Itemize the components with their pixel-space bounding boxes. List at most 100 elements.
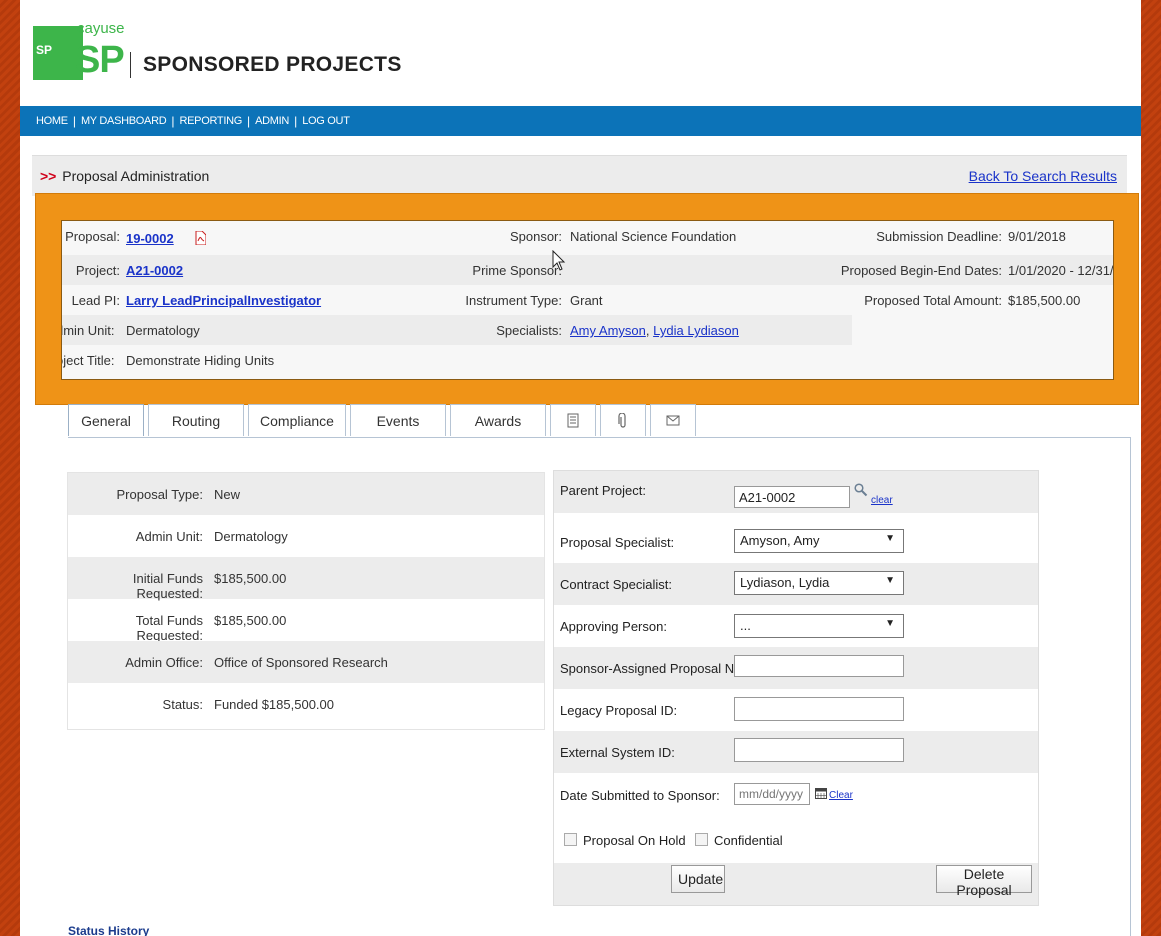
nav-log-out[interactable]: LOG OUT [302, 115, 350, 127]
specialist-link[interactable]: Amy Amyson [570, 323, 646, 338]
tab-compliance[interactable]: Compliance [248, 404, 346, 436]
lead-pi-label: Lead PI: [71, 293, 120, 308]
legacy-proposal-id-input[interactable] [734, 697, 904, 721]
project-label: Project: [75, 263, 120, 278]
parent-project-input[interactable] [734, 486, 850, 508]
specialist-link[interactable]: Lydia Lydiason [653, 323, 739, 338]
proposal-link[interactable]: 19-0002 [126, 231, 174, 246]
sponsor-proposal-no-input[interactable] [734, 655, 904, 677]
proposal-form: Parent Project: clear Proposal Specialis… [553, 470, 1039, 906]
dropdown-arrow-icon: ▼ [885, 618, 895, 629]
summary-highlight: Proposal: 19-0002 Sponsor: National Scie… [35, 193, 1139, 405]
tab-routing[interactable]: Routing [148, 404, 244, 436]
tab-messages[interactable] [650, 404, 696, 436]
form-row: Sponsor-Assigned Proposal No: [554, 647, 1038, 689]
dates-value: 1/01/2020 - 12/31/2024 [1008, 263, 1114, 278]
form-row: Contract Specialist: Lydiason, Lydia ▼ [554, 563, 1038, 605]
form-row: Date Submitted to Sponsor: Clear [554, 773, 1038, 815]
info-row: Status: Funded $185,500.00 [68, 683, 544, 725]
sponsor-label: Sponsor: [509, 229, 562, 244]
nav-separator: | [72, 114, 76, 128]
delete-proposal-button[interactable]: Delete Proposal [936, 865, 1032, 898]
legacy-proposal-id-label: Legacy Proposal ID: [560, 703, 678, 718]
tab-general[interactable]: General [68, 404, 144, 436]
nav-my-dashboard[interactable]: MY DASHBOARD [81, 115, 167, 127]
tab-panel-border [68, 437, 1131, 438]
search-icon[interactable] [854, 483, 868, 497]
specialist-separator: , [645, 323, 650, 338]
status-history-heading: Status History [68, 924, 150, 936]
project-link[interactable]: A21-0002 [126, 263, 183, 278]
tab-documents[interactable] [550, 404, 596, 436]
summary-row: dmin Unit: Dermatology Specialists: Amy … [62, 315, 852, 345]
nav-separator: | [247, 114, 251, 128]
info-row: Initial Funds Requested: $185,500.00 [68, 557, 544, 601]
dates-label: Proposed Begin-End Dates: [840, 263, 1002, 278]
document-icon [567, 413, 579, 428]
info-value: Dermatology [214, 529, 288, 544]
specialists-value: Amy Amyson, Lydia Lydiason [570, 323, 739, 338]
dropdown-arrow-icon: ▼ [885, 533, 895, 544]
date-submitted-label: Date Submitted to Sponsor: [560, 788, 720, 803]
info-label: Proposal Type: [116, 487, 203, 502]
confidential-checkbox[interactable] [695, 833, 708, 846]
contract-specialist-label: Contract Specialist: [560, 577, 672, 592]
admin-unit-label: dmin Unit: [61, 323, 115, 338]
total-label: Proposed Total Amount: [864, 293, 1002, 308]
tab-events[interactable]: Events [350, 404, 446, 436]
info-label: Admin Unit: [135, 529, 203, 544]
nav-admin[interactable]: ADMIN [255, 115, 289, 127]
dropdown-arrow-icon: ▼ [885, 575, 895, 586]
confidential-label: Confidential [714, 833, 783, 848]
logo-sp-small: SP [36, 43, 53, 57]
external-system-id-input[interactable] [734, 738, 904, 762]
info-row: Proposal Type: New [68, 473, 544, 515]
info-label: Status: [162, 697, 203, 712]
date-submitted-input[interactable] [734, 783, 810, 805]
calendar-icon[interactable] [815, 787, 827, 799]
proposal-summary: Proposal: 19-0002 Sponsor: National Scie… [61, 220, 1114, 380]
on-hold-label: Proposal On Hold [583, 833, 686, 848]
nav-home[interactable]: HOME [36, 115, 68, 127]
lead-pi-link[interactable]: Larry LeadPrincipalInvestigator [126, 293, 321, 308]
approving-person-label: Approving Person: [560, 619, 667, 634]
parent-project-clear-link[interactable]: clear [871, 495, 893, 506]
logo-sp: SP [75, 39, 125, 81]
sponsor-proposal-no-label: Sponsor-Assigned Proposal No: [560, 661, 745, 676]
tab-awards[interactable]: Awards [450, 404, 546, 436]
update-button[interactable]: Update [671, 865, 725, 893]
info-row: Admin Unit: Dermatology [68, 515, 544, 557]
main-nav: HOME | MY DASHBOARD | REPORTING | ADMIN … [20, 106, 1141, 136]
nav-separator: | [294, 114, 298, 128]
summary-row: oject Title: Demonstrate Hiding Units [62, 345, 1113, 375]
info-value: Office of Sponsored Research [214, 655, 388, 670]
info-row: Admin Office: Office of Sponsored Resear… [68, 641, 544, 683]
info-label: Total Funds Requested: [135, 613, 203, 643]
date-clear-link[interactable]: Clear [829, 790, 853, 801]
info-value: $185,500.00 [214, 613, 287, 628]
info-value: New [214, 487, 241, 502]
back-to-search-link[interactable]: Back To Search Results [969, 168, 1117, 184]
form-row: Legacy Proposal ID: [554, 689, 1038, 731]
proposal-specialist-select[interactable]: Amyson, Amy ▼ [734, 529, 904, 553]
tab-attachments[interactable] [600, 404, 646, 436]
instrument-type-value: Grant [570, 293, 603, 308]
deadline-label: Submission Deadline: [876, 229, 1002, 244]
proposal-specialist-selected: Amyson, Amy [740, 533, 820, 548]
form-row: Parent Project: clear [554, 471, 1038, 513]
contract-specialist-select[interactable]: Lydiason, Lydia ▼ [734, 571, 904, 595]
deadline-value: 9/01/2018 [1008, 229, 1066, 244]
info-row: Total Funds Requested: $185,500.00 [68, 599, 544, 643]
on-hold-checkbox[interactable] [564, 833, 577, 846]
logo-divider [130, 52, 131, 78]
nav-reporting[interactable]: REPORTING [180, 115, 243, 127]
prime-sponsor-label: Prime Sponsor: [472, 263, 562, 278]
approving-person-select[interactable]: ... ▼ [734, 614, 904, 638]
summary-row: Project: A21-0002 Prime Sponsor: Propose… [62, 255, 1113, 285]
pdf-icon[interactable] [195, 231, 207, 245]
summary-row: Lead PI: Larry LeadPrincipalInvestigator… [62, 285, 1113, 315]
info-label: Admin Office: [125, 655, 203, 670]
nav-separator: | [171, 114, 175, 128]
info-value: Funded $185,500.00 [214, 697, 334, 712]
tab-bar: General Routing Compliance Events Awards [68, 404, 700, 438]
